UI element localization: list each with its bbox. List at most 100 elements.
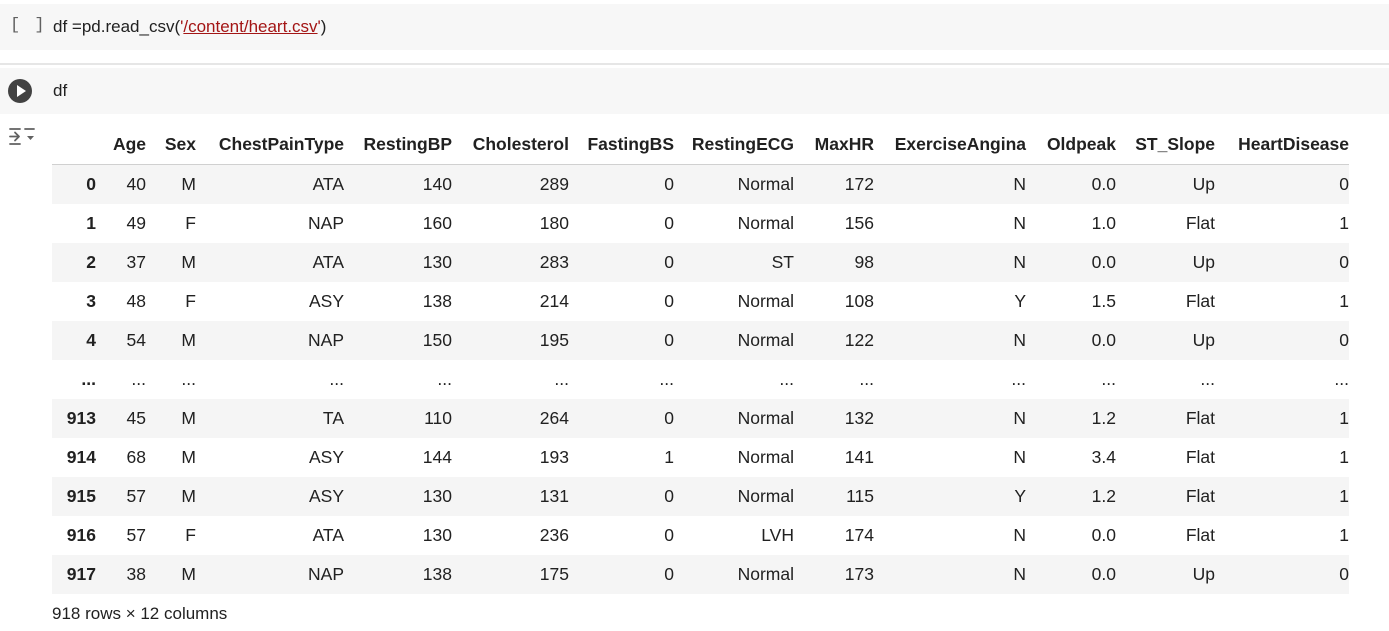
- table-cell: Up: [1192, 330, 1215, 350]
- table-row: 914 68 M ASY 144 193 1 Normal 141 N 3.4 Flat 1: [52, 438, 1349, 477]
- table-cell: 1: [1339, 447, 1349, 467]
- table-cell: 173: [844, 564, 874, 584]
- index-header: [52, 125, 96, 165]
- table-cell: 0.0: [1091, 174, 1116, 194]
- table-cell: ...: [131, 369, 146, 389]
- table-cell: 0: [664, 486, 674, 506]
- table-cell: 193: [539, 447, 569, 467]
- code-cell-df[interactable]: df: [0, 68, 1389, 114]
- table-cell: Y: [1014, 486, 1026, 506]
- column-header: Age: [96, 125, 146, 165]
- dataframe-table: Age Sex ChestPainType RestingBP Cholesterol F…: [52, 125, 1349, 594]
- table-cell: Normal: [737, 447, 794, 467]
- table-cell: 57: [126, 486, 146, 506]
- row-index: 915: [66, 486, 96, 506]
- table-cell: 0: [664, 408, 674, 428]
- table-cell: 0: [664, 525, 674, 545]
- table-cell: 141: [844, 447, 874, 467]
- table-cell: N: [1013, 525, 1026, 545]
- table-cell: 40: [126, 174, 146, 194]
- cell-divider: [0, 63, 1389, 65]
- code-editor[interactable]: df =pd.read_csv('/content/heart.csv'): [53, 17, 326, 37]
- row-index: 914: [66, 447, 96, 467]
- table-cell: ...: [779, 369, 794, 389]
- column-header: RestingECG: [674, 125, 794, 165]
- table-cell: 150: [422, 330, 452, 350]
- table-cell: M: [181, 174, 196, 194]
- row-index: 913: [66, 408, 96, 428]
- table-cell: 172: [844, 174, 874, 194]
- file-path-link[interactable]: /content/heart.csv: [183, 17, 317, 36]
- table-cell: 57: [126, 525, 146, 545]
- table-cell: Y: [1014, 291, 1026, 311]
- table-cell: ...: [1101, 369, 1116, 389]
- table-cell: M: [181, 564, 196, 584]
- table-cell: 180: [539, 213, 569, 233]
- table-cell: Normal: [737, 330, 794, 350]
- table-cell: N: [1013, 213, 1026, 233]
- table-cell: 0.0: [1091, 525, 1116, 545]
- table-cell: N: [1013, 252, 1026, 272]
- table-body: 0 40 M ATA 140 289 0 Normal 172 N 0.0 Up 0 1 49 F NAP 160…: [52, 164, 1349, 594]
- table-cell: Up: [1192, 564, 1215, 584]
- table-cell: 45: [126, 408, 146, 428]
- table-cell: Up: [1192, 252, 1215, 272]
- row-index: ...: [81, 369, 96, 389]
- table-cell: 49: [126, 213, 146, 233]
- table-cell: Normal: [737, 291, 794, 311]
- table-row: 916 57 F ATA 130 236 0 LVH 174 N 0.0 Flat 1: [52, 516, 1349, 555]
- cell-execution-prompt[interactable]: [ ]: [10, 16, 47, 35]
- table-cell: N: [1013, 564, 1026, 584]
- table-cell: ...: [181, 369, 196, 389]
- table-cell: M: [181, 252, 196, 272]
- output-options-icon[interactable]: [8, 125, 36, 149]
- table-cell: 38: [126, 564, 146, 584]
- table-cell: 140: [422, 174, 452, 194]
- row-index: 916: [66, 525, 96, 545]
- code-cell-read-csv[interactable]: [ ] df =pd.read_csv('/content/heart.csv'…: [0, 4, 1389, 50]
- table-cell: Normal: [737, 408, 794, 428]
- table-cell: 130: [422, 486, 452, 506]
- table-cell: ST: [771, 252, 794, 272]
- table-cell: ASY: [308, 291, 344, 311]
- table-cell: 175: [539, 564, 569, 584]
- table-header-row: Age Sex ChestPainType RestingBP Cholesterol F…: [52, 125, 1349, 165]
- table-cell: 130: [422, 252, 452, 272]
- table-cell: ASY: [308, 447, 344, 467]
- table-cell: 110: [424, 408, 452, 428]
- table-cell: Flat: [1185, 525, 1215, 545]
- table-cell: 130: [422, 525, 452, 545]
- table-cell: NAP: [308, 564, 344, 584]
- table-cell: 174: [844, 525, 874, 545]
- table-cell: F: [185, 525, 196, 545]
- table-cell: ...: [1200, 369, 1215, 389]
- table-cell: ...: [1334, 369, 1349, 389]
- row-index: 1: [86, 213, 96, 233]
- table-cell: 1: [1339, 291, 1349, 311]
- table-cell: 0: [664, 252, 674, 272]
- table-cell: 1: [1339, 213, 1349, 233]
- column-header: ChestPainType: [196, 125, 344, 165]
- code-prefix: df =pd.read_csv(: [53, 17, 181, 36]
- table-cell: 0: [664, 213, 674, 233]
- table-cell: Normal: [737, 486, 794, 506]
- column-header: FastingBS: [569, 125, 674, 165]
- table-row: 915 57 M ASY 130 131 0 Normal 115 Y 1.2 Flat 1: [52, 477, 1349, 516]
- table-cell: ...: [659, 369, 674, 389]
- table-cell: 1.2: [1091, 408, 1116, 428]
- table-cell: 1.5: [1091, 291, 1116, 311]
- code-suffix: ): [320, 17, 327, 36]
- column-header: HeartDisease: [1215, 125, 1349, 165]
- table-cell: 138: [422, 564, 452, 584]
- table-cell: Up: [1192, 174, 1215, 194]
- table-cell: 289: [539, 174, 569, 194]
- table-cell: 54: [126, 330, 146, 350]
- table-cell: N: [1013, 174, 1026, 194]
- code-editor[interactable]: df: [53, 81, 67, 101]
- play-circle-icon[interactable]: [8, 79, 32, 103]
- column-header: ST_Slope: [1116, 125, 1215, 165]
- table-cell: 0: [1339, 252, 1349, 272]
- table-cell: 0: [664, 174, 674, 194]
- table-cell: 1.2: [1091, 486, 1116, 506]
- table-cell: 1: [1339, 486, 1349, 506]
